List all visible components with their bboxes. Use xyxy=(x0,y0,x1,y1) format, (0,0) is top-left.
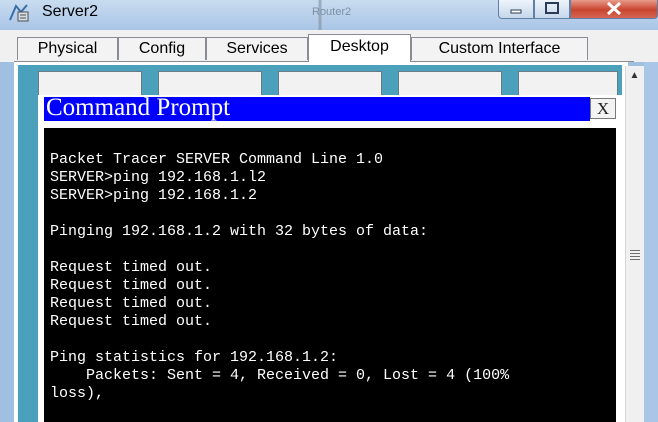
terminal-line: SERVER>ping 192.168.1.2 xyxy=(50,187,258,204)
tab-physical[interactable]: Physical xyxy=(17,37,118,60)
scroll-up-arrow-icon[interactable]: ▲ xyxy=(626,70,643,81)
terminal-line: Request timed out. xyxy=(50,277,213,294)
terminal-line: Packets: Sent = 4, Received = 0, Lost = … xyxy=(50,367,510,384)
tab-config[interactable]: Config xyxy=(118,37,206,60)
window-title: Server2 xyxy=(42,3,99,20)
command-prompt-close-button[interactable]: X xyxy=(590,98,616,119)
terminal-line: Request timed out. xyxy=(50,313,213,330)
window-right-border xyxy=(644,62,658,422)
tab-custom-interface[interactable]: Custom Interface xyxy=(411,37,588,60)
tab-services[interactable]: Services xyxy=(206,37,308,60)
close-window-button[interactable] xyxy=(570,0,658,19)
tab-bar: Physical Config Services Desktop Custom … xyxy=(0,30,658,62)
scroll-grip-icon[interactable] xyxy=(630,250,640,262)
vertical-scrollbar[interactable]: ▲ xyxy=(625,66,644,422)
maximize-button[interactable] xyxy=(534,0,570,19)
terminal-line: Packet Tracer SERVER Command Line 1.0 xyxy=(50,151,384,168)
terminal-line: loss), xyxy=(50,385,105,402)
terminal-line: SERVER>ping 192.168.1.l2 xyxy=(50,169,267,186)
command-prompt-title: Command Prompt xyxy=(46,94,231,121)
command-prompt-title-bar: Command Prompt xyxy=(44,94,590,121)
window-title-bar[interactable]: Server2 Router2 xyxy=(0,0,658,30)
maximize-icon xyxy=(545,2,559,14)
terminal-line: Request timed out. xyxy=(50,259,213,276)
terminal-line: Pinging 192.168.1.2 with 32 bytes of dat… xyxy=(50,223,429,240)
minimize-button[interactable] xyxy=(498,0,534,19)
tab-desktop[interactable]: Desktop xyxy=(308,34,411,62)
server-app-icon xyxy=(7,3,33,23)
terminal-line: Ping statistics for 192.168.1.2: xyxy=(50,349,339,366)
close-icon xyxy=(606,1,622,16)
terminal-output[interactable]: Packet Tracer SERVER Command Line 1.0 SE… xyxy=(44,128,616,422)
terminal-line: Request timed out. xyxy=(50,295,213,312)
minimize-icon xyxy=(510,9,522,14)
background-device-label: Router2 xyxy=(312,6,352,18)
